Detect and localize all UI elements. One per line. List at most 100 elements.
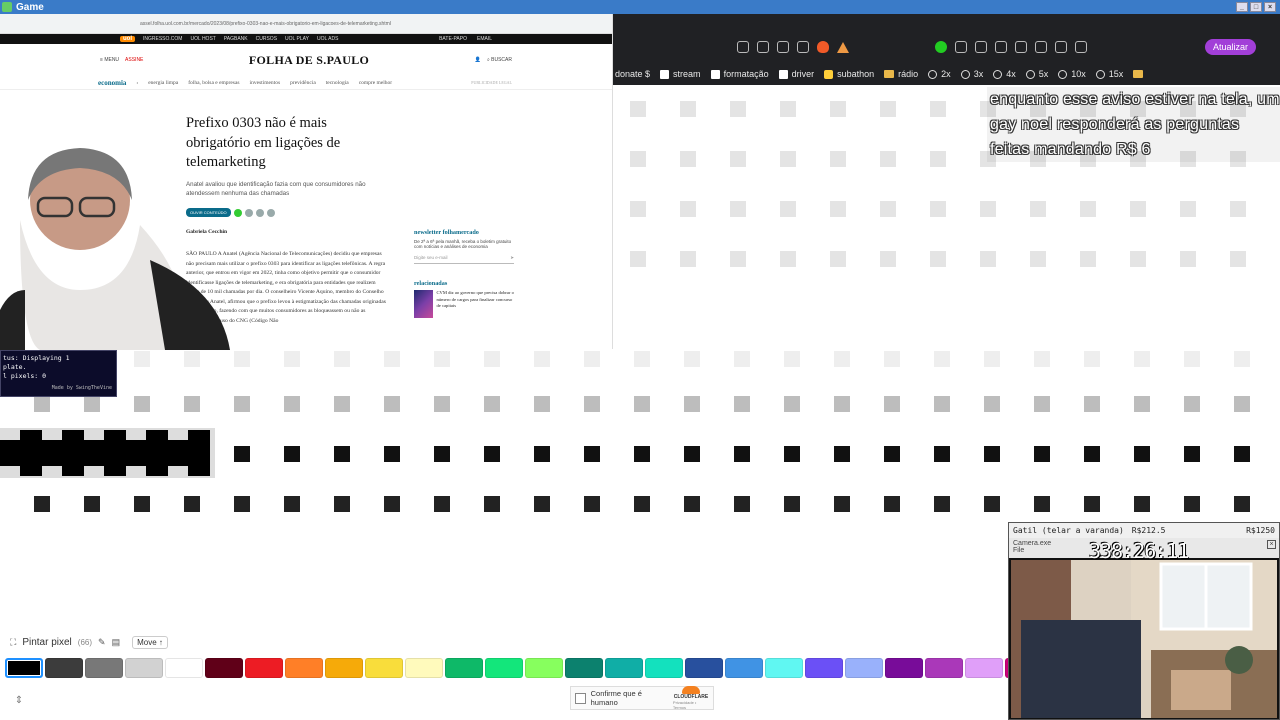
extension-icon-2[interactable] [955,41,967,53]
color-swatch[interactable] [925,658,963,678]
color-swatch[interactable] [85,658,123,678]
email-link[interactable]: EMAIL [477,36,492,42]
assine-link[interactable]: ASSINE [125,57,143,63]
color-swatch[interactable] [685,658,723,678]
uol-link[interactable]: UOL HOST [190,36,215,42]
translate-icon[interactable] [757,41,769,53]
uol-link[interactable]: CURSOS [256,36,277,42]
color-swatch[interactable] [5,658,43,678]
menu-button[interactable]: ≡ MENU [100,57,119,63]
newsletter-email-input[interactable]: Digite seu e-mail ➤ [414,255,514,264]
cam-file-menu[interactable]: File [1013,547,1051,554]
color-swatch[interactable] [885,658,923,678]
whatsapp-icon[interactable] [233,208,242,217]
minimize-button[interactable]: _ [1236,2,1248,12]
bookmark-donate[interactable]: donate $ [615,69,650,79]
color-swatch[interactable] [45,658,83,678]
color-swatch[interactable] [725,658,763,678]
wallet-icon[interactable] [1075,41,1087,53]
comments-icon[interactable] [266,208,275,217]
color-swatch[interactable] [565,658,603,678]
sidebar-icon[interactable] [1055,41,1067,53]
color-swatch[interactable] [405,658,443,678]
bookmark-2x[interactable]: 2x [928,69,951,79]
search-button[interactable]: ⌕ BUSCAR [487,57,512,63]
nav-item[interactable]: folha, bolsa e empresas [188,80,239,86]
cast-icon[interactable] [737,41,749,53]
puzzle-icon[interactable] [1035,41,1047,53]
color-swatch[interactable] [125,658,163,678]
nav-item[interactable]: energia limpa [148,80,178,86]
trash-icon[interactable]: ▤ [112,637,121,648]
bookmark-4x[interactable]: 4x [993,69,1016,79]
bookmark-driver[interactable]: driver [778,69,814,79]
share-icon[interactable] [797,41,809,53]
color-swatch[interactable] [325,658,363,678]
close-icon[interactable]: × [1267,540,1276,549]
bookmarks-overflow[interactable] [1133,70,1144,78]
maximize-button[interactable]: □ [1250,2,1262,12]
section-title[interactable]: economia [98,79,126,87]
bookmark-10x[interactable]: 10x [1058,69,1086,79]
zoom-icon[interactable] [777,41,789,53]
nav-item[interactable]: investimentos [250,80,281,86]
color-swatch[interactable] [205,658,243,678]
captcha-links[interactable]: Privacidade • Termos [673,700,709,710]
extension-icon[interactable] [935,41,947,53]
canvas-pixel [334,446,350,462]
user-icon[interactable]: 👤 [475,57,481,63]
canvas-pixel [1184,396,1200,412]
color-swatch[interactable] [965,658,1003,678]
canvas-pixel [930,101,946,117]
related-item[interactable]: CVM diz ao governo que precisa dobrar o … [414,290,514,318]
color-swatch[interactable] [485,658,523,678]
bookmark-5x[interactable]: 5x [1025,69,1048,79]
address-bar[interactable]: assel.folha.uol.com.br/mercado/2023/08/p… [0,14,612,34]
move-button[interactable]: Move ↑ [132,635,168,649]
expand-icon[interactable]: ⛶ [10,637,16,648]
uol-link[interactable]: UOL PLAY [285,36,309,42]
color-swatch[interactable] [605,658,643,678]
bookmark-3x[interactable]: 3x [960,69,983,79]
uol-link[interactable]: INGRESSO.COM [143,36,182,42]
update-button[interactable]: Atualizar [1204,39,1256,55]
color-swatch[interactable] [525,658,563,678]
color-swatch[interactable] [165,658,203,678]
color-swatch[interactable] [645,658,683,678]
extension-icon-4[interactable] [995,41,1007,53]
bate-papo-link[interactable]: BATE-PAPO [439,36,467,42]
share-icon[interactable] [244,208,253,217]
canvas-pixel [384,351,400,367]
send-icon[interactable]: ➤ [510,255,514,261]
close-button[interactable]: × [1264,2,1276,12]
color-swatch[interactable] [365,658,403,678]
color-swatch[interactable] [805,658,843,678]
extension-icon-3[interactable] [975,41,987,53]
bookmark-radio[interactable]: rádio [884,69,918,79]
uol-logo[interactable]: uol [120,36,135,42]
color-swatch[interactable] [285,658,323,678]
uol-link[interactable]: UOL ADS [317,36,339,42]
nav-item[interactable]: previdência [290,80,316,86]
canvas-pixel [434,351,450,367]
expand-toggle-icon[interactable]: ⇕ [10,692,28,708]
extension-icon-5[interactable] [1015,41,1027,53]
bookmark-subathon[interactable]: subathon [824,69,874,79]
bookmark-15x[interactable]: 15x [1095,69,1123,79]
nav-item[interactable]: tecnologia [326,80,349,86]
brave-rewards-icon[interactable] [837,41,849,53]
nav-item[interactable]: compre melhor [359,80,392,86]
captcha-checkbox[interactable] [575,692,586,704]
bookmark-icon[interactable] [255,208,264,217]
color-swatch[interactable] [245,658,283,678]
folha-logo[interactable]: FOLHA DE S.PAULO [249,53,369,68]
color-swatch[interactable] [445,658,483,678]
canvas-pixel [830,101,846,117]
color-swatch[interactable] [765,658,803,678]
uol-link[interactable]: PAGBANK [224,36,248,42]
pencil-icon[interactable]: ✎ [98,637,106,648]
bookmark-stream[interactable]: stream [660,69,701,79]
bookmark-formatacao[interactable]: formatação [710,69,769,79]
color-swatch[interactable] [845,658,883,678]
brave-shield-icon[interactable] [817,41,829,53]
